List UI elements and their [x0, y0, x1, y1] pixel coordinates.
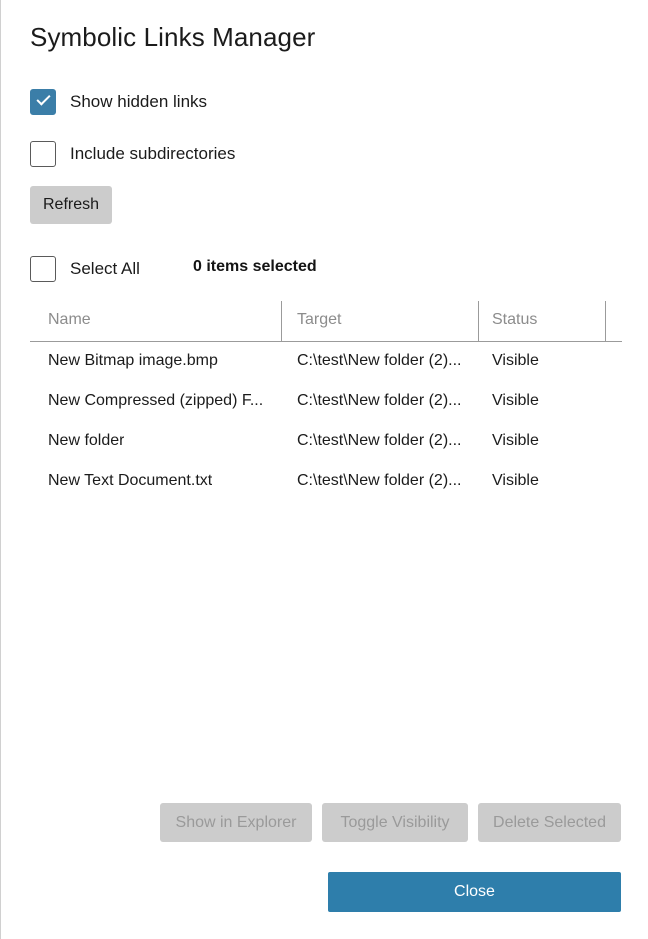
checkbox-box-include-subdirectories[interactable]	[30, 141, 56, 167]
check-icon	[36, 91, 51, 106]
page-title: Symbolic Links Manager	[30, 22, 316, 52]
symbolic-links-table: Name Target Status New Bitmap image.bmp …	[30, 300, 622, 502]
table-row[interactable]: New Compressed (zipped) F... C:\test\New…	[30, 382, 622, 422]
table-header-row: Name Target Status	[30, 300, 622, 342]
column-divider-3	[605, 301, 606, 341]
table-body: New Bitmap image.bmp C:\test\New folder …	[30, 342, 622, 502]
close-button[interactable]: Close	[328, 872, 621, 912]
column-header-name[interactable]: Name	[48, 311, 91, 329]
cell-name: New Text Document.txt	[48, 472, 213, 489]
column-header-status[interactable]: Status	[492, 311, 537, 329]
cell-name: New Bitmap image.bmp	[48, 352, 218, 369]
checkbox-label-select-all: Select All	[70, 259, 140, 278]
delete-selected-button[interactable]: Delete Selected	[478, 803, 621, 842]
toggle-visibility-button[interactable]: Toggle Visibility	[322, 803, 468, 842]
checkbox-include-subdirectories[interactable]: Include subdirectories	[30, 140, 235, 168]
table-row[interactable]: New Text Document.txt C:\test\New folder…	[30, 462, 622, 502]
checkbox-label-include-subdirectories: Include subdirectories	[70, 144, 236, 163]
cell-status: Visible	[492, 352, 539, 369]
cell-target: C:\test\New folder (2)...	[297, 472, 462, 489]
selected-items-count: 0 items selected	[193, 258, 317, 275]
table-row[interactable]: New folder C:\test\New folder (2)... Vis…	[30, 422, 622, 462]
checkbox-show-hidden-links[interactable]: Show hidden links	[30, 88, 207, 116]
refresh-button[interactable]: Refresh	[30, 186, 112, 224]
column-divider-1	[281, 301, 282, 341]
column-divider-2	[478, 301, 479, 341]
cell-name: New folder	[48, 432, 125, 449]
cell-target: C:\test\New folder (2)...	[297, 432, 462, 449]
table-row[interactable]: New Bitmap image.bmp C:\test\New folder …	[30, 342, 622, 382]
checkbox-box-show-hidden-links[interactable]	[30, 89, 56, 115]
column-header-target[interactable]: Target	[297, 311, 341, 329]
cell-target: C:\test\New folder (2)...	[297, 352, 462, 369]
cell-target: C:\test\New folder (2)...	[297, 392, 462, 409]
checkbox-label-show-hidden-links: Show hidden links	[70, 92, 208, 111]
checkbox-select-all[interactable]: Select All	[30, 255, 140, 283]
symbolic-links-manager-dialog: Symbolic Links Manager Show hidden links…	[0, 0, 648, 939]
checkbox-box-select-all[interactable]	[30, 256, 56, 282]
cell-status: Visible	[492, 432, 539, 449]
cell-status: Visible	[492, 392, 539, 409]
cell-name: New Compressed (zipped) F...	[48, 392, 264, 409]
cell-status: Visible	[492, 472, 539, 489]
show-in-explorer-button[interactable]: Show in Explorer	[160, 803, 312, 842]
